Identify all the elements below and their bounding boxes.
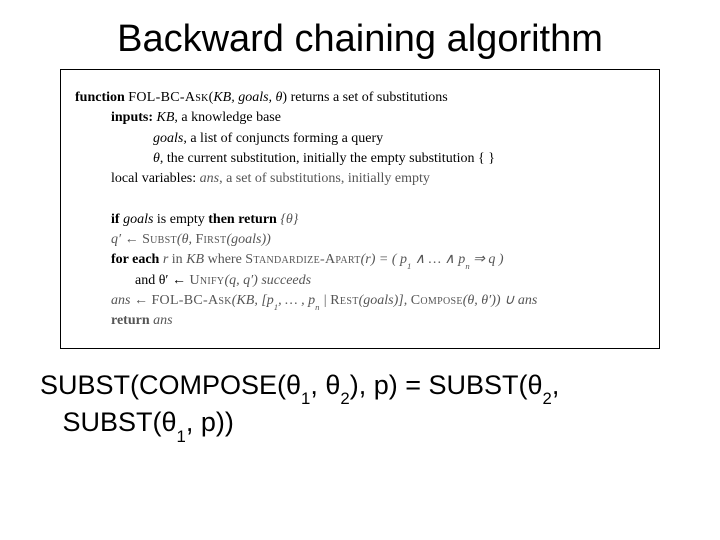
algorithm-box: function FOL-BC-Ask(KB, goals, θ) return… — [60, 69, 660, 349]
alg-line-inputs-theta: θ, the current substitution, initially t… — [75, 149, 645, 169]
alg-line-recurse: ans ← FOL-BC-Ask(KB, [p1, … , pn | Rest(… — [75, 291, 645, 311]
alg-line-inputs-kb: inputs: KB, a knowledge base — [75, 108, 645, 128]
alg-line-qprime: q′ ← Subst(θ, First(goals)) — [75, 230, 645, 250]
alg-line-if-empty: if goals is empty then return {θ} — [75, 210, 645, 230]
alg-line-unify: and θ′ ← Unify(q, q′) succeeds — [75, 271, 645, 291]
alg-line-return: return ans — [75, 311, 645, 331]
alg-line-function: function FOL-BC-Ask(KB, goals, θ) return… — [75, 88, 645, 108]
alg-line-inputs-goals: goals, a list of conjuncts forming a que… — [75, 129, 645, 149]
slide: Backward chaining algorithm function FOL… — [0, 0, 720, 540]
alg-line-local-vars: local variables: ans, a set of substitut… — [75, 169, 645, 189]
slide-title: Backward chaining algorithm — [40, 18, 680, 61]
subst-equation: SUBST(COMPOSE(θ1, θ2), p) = SUBST(θ2, SU… — [40, 369, 680, 444]
alg-line-foreach: for each r in KB where Standardize-Apart… — [75, 250, 645, 270]
